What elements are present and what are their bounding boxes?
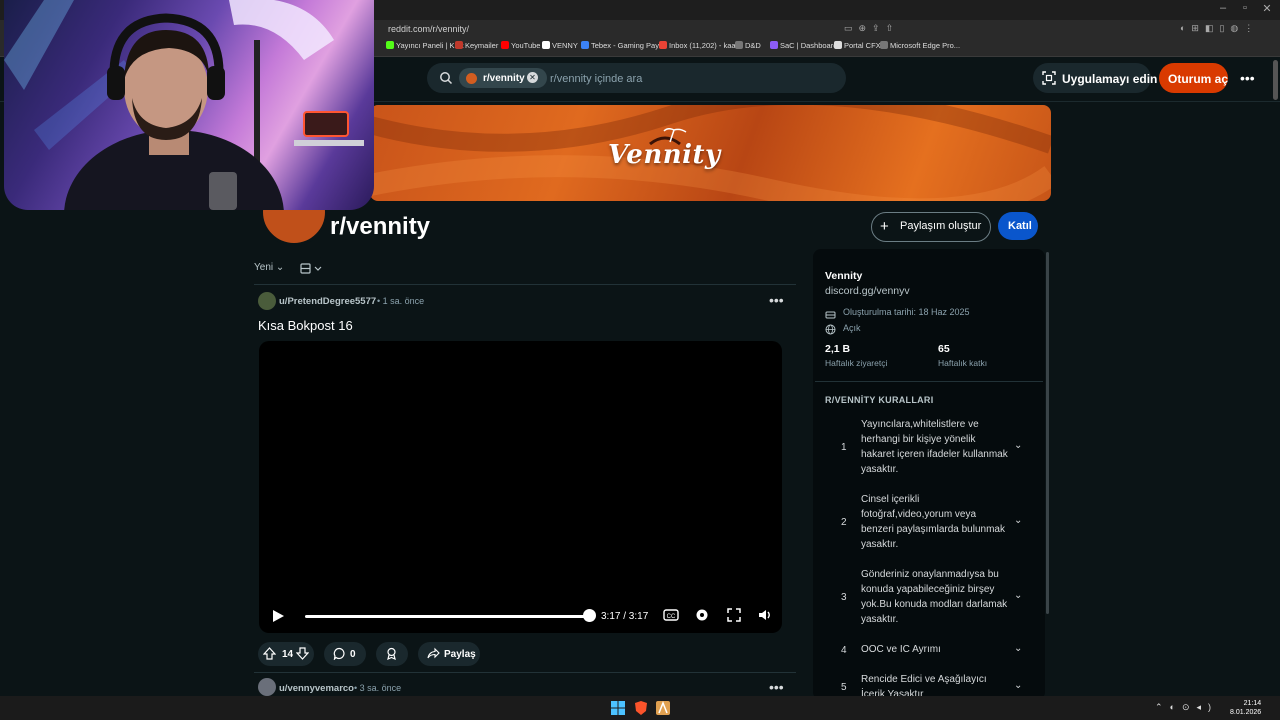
visibility-label: Açık bbox=[843, 323, 861, 333]
rule-number: 3 bbox=[841, 592, 847, 603]
community-name: r/vennity bbox=[330, 213, 431, 240]
app-taskbar-icon[interactable] bbox=[656, 700, 670, 720]
rule-text[interactable]: Gönderiniz onaylanmadıysa bu konuda yapa… bbox=[861, 567, 1011, 627]
sort-dropdown[interactable]: Yeni ⌄ bbox=[254, 262, 284, 273]
share-label: Paylaş bbox=[444, 649, 476, 660]
comment-count: 0 bbox=[350, 649, 356, 660]
bookmark-item[interactable]: SaC | Dashboard bbox=[770, 41, 837, 50]
chevron-down-icon: ⌄ bbox=[275, 262, 285, 273]
bookmark-item[interactable]: Tebex - Gaming Pay... bbox=[581, 41, 665, 50]
extension-icons[interactable]: ◐⊞◧▯◍⋮ bbox=[1180, 23, 1270, 35]
maximize-icon[interactable]: ▫ bbox=[1235, 2, 1255, 18]
post-options-icon[interactable]: ••• bbox=[769, 679, 784, 695]
author-avatar[interactable] bbox=[258, 678, 276, 696]
video-time: 3:17 / 3:17 bbox=[601, 611, 649, 622]
post-title[interactable]: Kısa Bokpost 16 bbox=[258, 318, 353, 333]
bookmark-item[interactable]: Portal CFX bbox=[834, 41, 881, 50]
contributions-label: Haftalık katkı bbox=[938, 358, 988, 368]
video-player[interactable] bbox=[259, 341, 782, 633]
downvote-icon[interactable] bbox=[295, 647, 310, 665]
play-icon[interactable] bbox=[271, 609, 285, 628]
plus-icon: + bbox=[880, 218, 889, 235]
chevron-down-icon[interactable]: ⌄ bbox=[1014, 440, 1022, 451]
sidebar-divider bbox=[815, 381, 1043, 382]
bookmark-item[interactable]: Yayıncı Paneli | Kick bbox=[386, 41, 464, 50]
post-divider bbox=[254, 672, 796, 673]
clear-chip-icon[interactable]: ✕ bbox=[527, 72, 538, 83]
view-dropdown[interactable] bbox=[300, 262, 326, 280]
qr-code-icon bbox=[1042, 71, 1056, 90]
settings-gear-icon[interactable] bbox=[694, 607, 710, 628]
visitors-value: 2,1 B bbox=[825, 343, 851, 355]
chevron-down-icon[interactable]: ⌄ bbox=[1014, 515, 1022, 526]
search-chip-label: r/vennity bbox=[483, 73, 525, 84]
visitors-label: Haftalık ziyaretçi bbox=[825, 358, 888, 368]
video-scrubber-handle[interactable] bbox=[583, 609, 596, 622]
rule-text[interactable]: Yayıncılara,whitelistlere ve herhangi bi… bbox=[861, 417, 1011, 477]
rule-number: 2 bbox=[841, 517, 847, 528]
minimize-icon[interactable]: – bbox=[1213, 2, 1233, 18]
contributions-value: 65 bbox=[938, 343, 950, 355]
volume-icon[interactable] bbox=[757, 607, 773, 628]
rule-text[interactable]: Rencide Edici ve Aşağılayıcı İçerik Yasa… bbox=[861, 672, 1011, 696]
rule-number: 5 bbox=[841, 682, 847, 693]
post-author[interactable]: u/PretendDegree5577 bbox=[279, 296, 376, 307]
video-progress-bar[interactable] bbox=[305, 615, 590, 618]
clock-time: 21:14 bbox=[1243, 700, 1262, 707]
taskbar-clock[interactable]: 21:14 8.01.2026 bbox=[1230, 699, 1261, 717]
feed-divider bbox=[254, 284, 796, 285]
post-author[interactable]: u/vennyvemarco bbox=[279, 683, 354, 694]
globe-icon bbox=[825, 322, 836, 340]
chevron-down-icon[interactable]: ⌄ bbox=[1014, 680, 1022, 691]
chevron-down-icon[interactable]: ⌄ bbox=[1014, 643, 1022, 654]
bookmark-item[interactable]: YouTube bbox=[501, 41, 540, 50]
webcam-overlay bbox=[4, 0, 374, 210]
rule-number: 4 bbox=[841, 645, 847, 656]
sidebar-discord-link[interactable]: discord.gg/vennyv bbox=[825, 285, 910, 297]
page-scrollbar[interactable] bbox=[1273, 60, 1278, 100]
award-icon bbox=[385, 647, 398, 665]
captions-icon[interactable]: CC bbox=[663, 607, 679, 628]
url-text[interactable]: reddit.com/r/vennity/ bbox=[388, 24, 469, 34]
author-avatar[interactable] bbox=[258, 292, 276, 310]
rules-heading: R/VENNİTY KURALLARI bbox=[825, 395, 934, 405]
upvote-icon[interactable] bbox=[262, 647, 277, 665]
community-chip-avatar bbox=[466, 73, 477, 84]
rule-text[interactable]: OOC ve IC Ayrımı bbox=[861, 642, 1011, 657]
close-window-icon[interactable]: ✕ bbox=[1257, 2, 1277, 18]
bookmark-item[interactable]: VENNY bbox=[542, 41, 578, 50]
rule-number: 1 bbox=[841, 442, 847, 453]
windows-start-icon[interactable] bbox=[611, 701, 625, 720]
bookmark-item[interactable]: Keymailer bbox=[455, 41, 498, 50]
svg-text:CC: CC bbox=[667, 614, 676, 620]
create-post-label: Paylaşım oluştur bbox=[900, 220, 982, 232]
system-tray-icons[interactable]: ⌃◐⊙◂) bbox=[1155, 702, 1218, 713]
brave-browser-icon[interactable] bbox=[634, 701, 648, 720]
rule-text[interactable]: Cinsel içerikli fotoğraf,video,yorum vey… bbox=[861, 492, 1011, 552]
fullscreen-icon[interactable] bbox=[726, 607, 742, 628]
vote-count: 14 bbox=[282, 649, 294, 660]
search-placeholder[interactable]: r/vennity içinde ara bbox=[550, 73, 642, 85]
bookmark-item[interactable]: Inbox (11,202) - kaa... bbox=[659, 41, 742, 50]
post-options-icon[interactable]: ••• bbox=[769, 292, 784, 308]
sidebar-title: Vennity bbox=[825, 270, 863, 282]
bookmark-item[interactable]: Microsoft Edge Pro... bbox=[880, 41, 960, 50]
chevron-down-icon[interactable]: ⌄ bbox=[1014, 590, 1022, 601]
get-app-label: Uygulamayı edin bbox=[1062, 72, 1158, 86]
sidebar-scrollbar[interactable] bbox=[1046, 252, 1049, 614]
search-icon bbox=[439, 71, 453, 90]
share-icon bbox=[427, 647, 440, 665]
address-tools-icons[interactable]: ▭⊕⇪⇧ bbox=[844, 23, 904, 35]
post-time: • 1 sa. önce bbox=[377, 296, 425, 306]
comment-icon bbox=[333, 647, 346, 665]
more-options-icon[interactable]: ••• bbox=[1240, 70, 1255, 86]
sort-label: Yeni bbox=[254, 262, 274, 273]
created-date: Oluşturulma tarihi: 18 Haz 2025 bbox=[843, 307, 970, 317]
banner-logo: Vennity bbox=[608, 140, 721, 170]
post-time: • 3 sa. önce bbox=[354, 683, 402, 693]
bookmark-item[interactable]: D&D bbox=[735, 41, 761, 50]
clock-date: 8.01.2026 bbox=[1230, 709, 1262, 716]
join-label: Katıl bbox=[1008, 220, 1032, 232]
login-label: Oturum aç bbox=[1168, 72, 1229, 86]
